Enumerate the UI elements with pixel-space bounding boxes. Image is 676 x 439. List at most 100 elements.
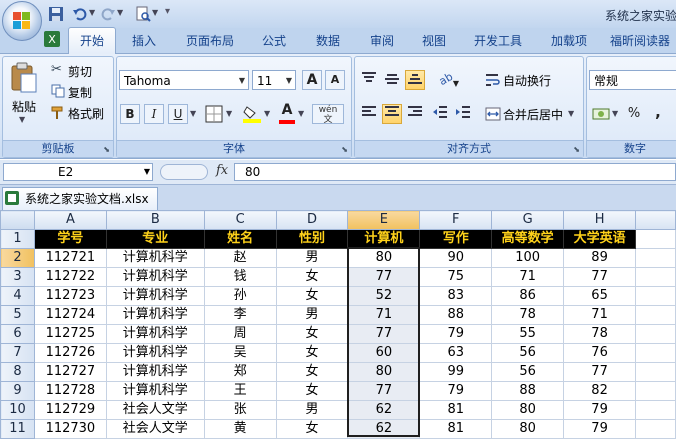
align-center-button[interactable]	[382, 104, 402, 124]
table-cell[interactable]: 社会人文学	[105, 400, 205, 420]
font-launcher-icon[interactable]: ⬊	[341, 145, 348, 154]
tab-foxit-reader[interactable]: 福昕阅读器	[610, 30, 676, 52]
merge-dropdown-icon[interactable]: ▼	[568, 109, 574, 118]
table-cell[interactable]: 112723	[33, 286, 107, 306]
currency-icon[interactable]	[592, 105, 610, 123]
font-size-select[interactable]: 11 ▼	[252, 70, 296, 90]
table-cell[interactable]: 计算机科学	[105, 343, 205, 363]
row-header[interactable]: 11	[0, 419, 35, 439]
header-cell[interactable]: 专业	[105, 229, 205, 249]
header-cell[interactable]: 姓名	[203, 229, 277, 249]
wrap-text-button[interactable]: 自动换行	[503, 72, 551, 89]
font-color-dropdown-icon[interactable]: ▼	[298, 109, 304, 118]
table-cell[interactable]: 112730	[33, 419, 107, 439]
table-cell[interactable]: 计算机科学	[105, 305, 205, 325]
column-header-e[interactable]: E	[347, 210, 421, 230]
currency-dropdown-icon[interactable]: ▼	[612, 109, 618, 118]
table-cell[interactable]: 周	[203, 324, 277, 344]
row-header[interactable]: 6	[0, 324, 35, 344]
table-cell[interactable]: 75	[419, 267, 493, 287]
table-cell[interactable]: 79	[419, 381, 493, 401]
empty-cell[interactable]	[635, 229, 676, 249]
row-header[interactable]: 2	[0, 248, 35, 268]
paste-icon[interactable]	[10, 62, 38, 94]
table-cell[interactable]: 71	[563, 305, 637, 325]
table-cell[interactable]: 88	[491, 381, 565, 401]
table-cell[interactable]: 赵	[203, 248, 277, 268]
header-cell[interactable]: 大学英语	[563, 229, 637, 249]
decrease-font-size-button[interactable]: A	[325, 70, 345, 90]
align-right-button[interactable]	[405, 104, 425, 124]
row-header[interactable]: 7	[0, 343, 35, 363]
table-cell[interactable]: 男	[275, 400, 349, 420]
column-header-b[interactable]: B	[105, 210, 205, 230]
table-cell[interactable]: 112728	[33, 381, 107, 401]
comma-style-button[interactable]: ,	[648, 102, 668, 122]
table-cell[interactable]: 78	[491, 305, 565, 325]
table-cell[interactable]: 79	[563, 419, 637, 439]
tab-data[interactable]: 数据	[308, 30, 348, 52]
table-cell[interactable]: 100	[491, 248, 565, 268]
tab-developer[interactable]: 开发工具	[468, 30, 528, 52]
paste-dropdown-icon[interactable]: ▼	[19, 115, 25, 124]
table-cell[interactable]: 55	[491, 324, 565, 344]
cut-button[interactable]: 剪切	[68, 63, 92, 80]
table-cell[interactable]: 86	[491, 286, 565, 306]
table-cell[interactable]: 112725	[33, 324, 107, 344]
empty-cell[interactable]	[635, 248, 676, 268]
table-cell[interactable]: 郑	[203, 362, 277, 382]
tab-home[interactable]: 开始	[68, 27, 116, 55]
increase-indent-button[interactable]	[453, 104, 473, 124]
clipboard-launcher-icon[interactable]: ⬊	[103, 145, 110, 154]
table-cell[interactable]: 60	[347, 343, 421, 363]
format-painter-button[interactable]: 格式刷	[68, 105, 104, 122]
table-cell[interactable]: 62	[347, 400, 421, 420]
table-cell[interactable]: 80	[491, 419, 565, 439]
table-cell[interactable]: 71	[347, 305, 421, 325]
header-cell[interactable]: 高等数学	[491, 229, 565, 249]
table-cell[interactable]: 112724	[33, 305, 107, 325]
table-cell[interactable]: 女	[275, 419, 349, 439]
table-cell[interactable]: 计算机科学	[105, 248, 205, 268]
empty-cell[interactable]	[635, 362, 676, 382]
table-cell[interactable]: 81	[419, 400, 493, 420]
table-cell[interactable]: 李	[203, 305, 277, 325]
office-button[interactable]	[2, 1, 42, 41]
table-cell[interactable]: 112727	[33, 362, 107, 382]
table-cell[interactable]: 88	[419, 305, 493, 325]
table-cell[interactable]: 65	[563, 286, 637, 306]
table-cell[interactable]: 78	[563, 324, 637, 344]
tab-review[interactable]: 审阅	[362, 30, 402, 52]
underline-button[interactable]: U	[168, 104, 188, 124]
paste-button[interactable]: 粘贴	[12, 98, 36, 115]
row-header[interactable]: 3	[0, 267, 35, 287]
name-box-resize-handle[interactable]	[160, 164, 208, 180]
column-header-d[interactable]: D	[275, 210, 349, 230]
table-cell[interactable]: 女	[275, 362, 349, 382]
table-cell[interactable]: 80	[347, 362, 421, 382]
empty-cell[interactable]	[635, 343, 676, 363]
align-left-button[interactable]	[359, 104, 379, 124]
redo-icon[interactable]	[100, 6, 116, 22]
table-cell[interactable]: 63	[419, 343, 493, 363]
table-cell[interactable]: 112721	[33, 248, 107, 268]
column-header-f[interactable]: F	[419, 210, 493, 230]
align-top-button[interactable]	[359, 70, 379, 90]
table-cell[interactable]: 79	[563, 400, 637, 420]
table-cell[interactable]: 女	[275, 324, 349, 344]
table-cell[interactable]: 77	[347, 324, 421, 344]
row-header[interactable]: 5	[0, 305, 35, 325]
formula-input[interactable]: 80	[234, 163, 676, 181]
table-cell[interactable]: 52	[347, 286, 421, 306]
spreadsheet-grid[interactable]: A B C D E F G H 1 学号 专业 姓名 性别 计算机 写作 高等数学 大学英语 2 112721 计算机…	[0, 210, 676, 439]
table-cell[interactable]: 79	[419, 324, 493, 344]
column-header-c[interactable]: C	[203, 210, 277, 230]
empty-cell[interactable]	[635, 400, 676, 420]
empty-cell[interactable]	[635, 419, 676, 439]
column-header-g[interactable]: G	[491, 210, 565, 230]
empty-cell[interactable]	[635, 305, 676, 325]
column-header-empty[interactable]	[635, 210, 676, 230]
number-format-select[interactable]: 常规	[589, 70, 676, 90]
undo-dropdown-icon[interactable]: ▼	[89, 8, 95, 17]
table-cell[interactable]: 71	[491, 267, 565, 287]
